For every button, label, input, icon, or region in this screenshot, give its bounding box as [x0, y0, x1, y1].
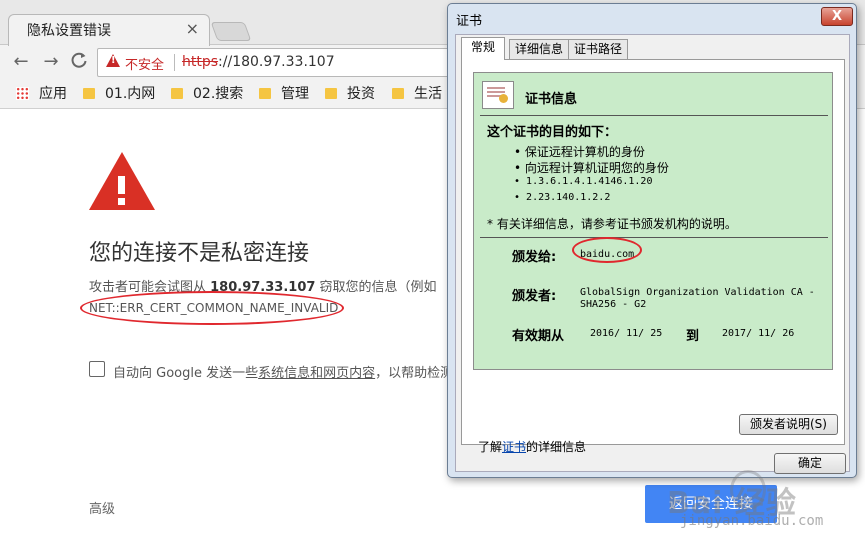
address-divider	[174, 54, 175, 71]
tab-general[interactable]: 常规	[461, 37, 505, 60]
report-checkbox[interactable]	[89, 361, 105, 377]
warning-triangle-icon	[106, 54, 120, 67]
bookmark-label: 管理	[281, 86, 309, 102]
url-host: ://180.97.33.107	[218, 54, 335, 70]
bookmark-label: 应用	[39, 86, 67, 102]
learn-more-text: 了解证书的详细信息	[478, 438, 586, 455]
description-suffix: 窃取您的信息（例如	[315, 280, 437, 295]
issued-to-label: 颁发给:	[512, 250, 557, 265]
validity-label: 有效期从	[512, 329, 565, 344]
bookmark-label: 生活	[414, 86, 442, 102]
bookmark-label: 01.内网	[105, 86, 156, 102]
bookmark-manage[interactable]: 管理	[259, 83, 309, 103]
purpose-heading: 这个证书的目的如下：	[487, 125, 618, 140]
dialog-title: 证书	[456, 14, 483, 29]
checkbox-label-suffix: ，以帮助检测	[375, 366, 454, 381]
address-url[interactable]: https://180.97.33.107	[182, 54, 335, 70]
certificate-info-box: 证书信息 这个证书的目的如下： • 保证远程计算机的身份 • 向远程计算机证明您…	[473, 72, 833, 370]
folder-icon	[83, 88, 95, 99]
certificate-dialog: 证书 X 常规 详细信息 证书路径 证书信息 这个证书的目的如下： • 保证远程…	[447, 3, 857, 478]
issued-by-label: 颁发者:	[512, 289, 557, 304]
tab-details[interactable]: 详细信息	[509, 39, 569, 60]
certificate-icon	[482, 81, 514, 109]
tab-active[interactable]: 隐私设置错误 ×	[8, 14, 210, 46]
folder-icon	[325, 88, 337, 99]
page-title: 您的连接不是私密连接	[89, 241, 310, 266]
ok-button[interactable]: 确定	[774, 453, 846, 474]
annotation-circle	[572, 237, 642, 263]
tab-panel-general: 证书信息 这个证书的目的如下： • 保证远程计算机的身份 • 向远程计算机证明您…	[461, 59, 845, 454]
bookmark-label: 投资	[347, 86, 375, 102]
bookmark-search[interactable]: 02.搜索	[171, 83, 243, 103]
bookmark-invest[interactable]: 投资	[325, 83, 375, 103]
purpose-item: • 向远程计算机证明您的身份	[514, 161, 669, 175]
paw-icon	[730, 470, 766, 510]
purpose-text: 2.23.140.1.2.2	[526, 192, 611, 203]
validity-to-label: 到	[686, 329, 700, 344]
purpose-text: 1.3.6.1.4.1.4146.1.20	[526, 176, 653, 187]
learn-suffix: 的详细信息	[526, 440, 587, 454]
learn-prefix: 了解	[478, 440, 503, 454]
report-checkbox-label: 自动向 Google 发送一些系统信息和网页内容，以帮助检测	[113, 362, 453, 381]
system-info-link[interactable]: 系统信息和网页内容	[258, 366, 375, 381]
validity-from: 2016/ 11/ 25	[590, 328, 663, 339]
divider	[480, 115, 828, 116]
checkbox-label-prefix: 自动向 Google 发送一些	[113, 366, 259, 381]
url-scheme: https	[182, 54, 219, 70]
bookmark-label: 02.搜索	[193, 86, 244, 102]
purpose-item: • 2.23.140.1.2.2	[514, 192, 611, 203]
issued-by-value: GlobalSign Organization Validation CA -	[580, 287, 815, 298]
purpose-text: 保证远程计算机的身份	[524, 145, 645, 159]
purpose-item: • 1.3.6.1.4.1.4146.1.20	[514, 176, 653, 187]
security-label: 不安全	[125, 58, 165, 73]
close-icon[interactable]: X	[821, 7, 853, 26]
divider	[480, 237, 828, 238]
tab-cert-path[interactable]: 证书路径	[568, 39, 628, 60]
validity-to: 2017/ 11/ 26	[722, 328, 795, 339]
tab-title: 隐私设置错误	[27, 23, 111, 39]
advanced-link[interactable]: 高级	[89, 498, 115, 517]
folder-icon	[259, 88, 271, 99]
apps-grid-icon	[16, 87, 29, 100]
bookmark-intranet[interactable]: 01.内网	[83, 83, 155, 103]
watermark-site: jingyan.baidu.com	[680, 513, 824, 529]
folder-icon	[171, 88, 183, 99]
back-arrow-icon[interactable]: ←	[10, 51, 32, 73]
folder-icon	[392, 88, 404, 99]
bookmark-life[interactable]: 生活	[392, 83, 442, 103]
new-tab-button[interactable]	[210, 22, 252, 41]
reload-icon[interactable]	[68, 51, 90, 73]
bookmark-apps[interactable]: 应用	[16, 83, 67, 103]
issued-by-value-cont: SHA256 - G2	[580, 299, 647, 310]
issuer-statement-button[interactable]: 颁发者说明(S)	[739, 414, 838, 435]
warning-icon-mark	[118, 176, 125, 194]
forward-arrow-icon[interactable]: →	[40, 51, 62, 73]
details-note: * 有关详细信息，请参考证书颁发机构的说明。	[487, 217, 737, 231]
certificate-link[interactable]: 证书	[502, 440, 526, 454]
annotation-circle	[80, 291, 344, 325]
certificate-info-title: 证书信息	[525, 92, 578, 107]
warning-icon-dot	[118, 198, 125, 205]
dialog-body: 常规 详细信息 证书路径 证书信息 这个证书的目的如下： • 保证远程计算机的身…	[455, 34, 850, 474]
purpose-item: • 保证远程计算机的身份	[514, 145, 645, 159]
address-bar[interactable]: 不安全 https://180.97.33.107	[97, 48, 459, 77]
purpose-text: 向远程计算机证明您的身份	[524, 161, 669, 175]
tab-close-icon[interactable]: ×	[186, 19, 199, 38]
